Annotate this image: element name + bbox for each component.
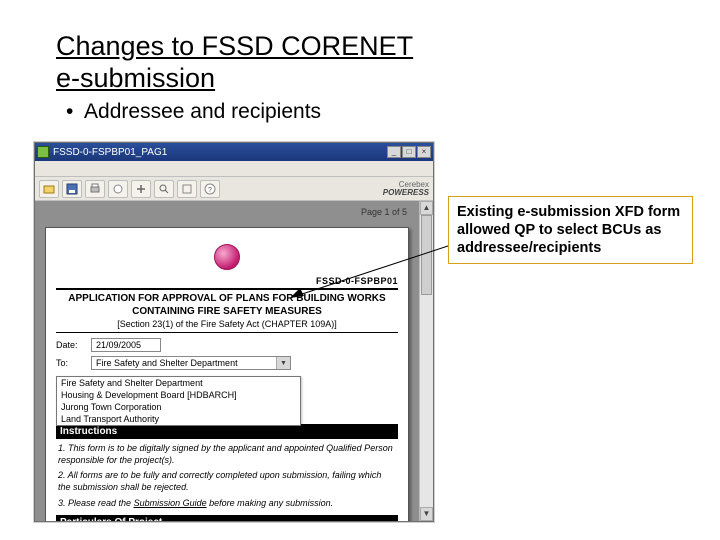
date-field-row: Date: 21/09/2005 bbox=[56, 336, 398, 354]
scroll-thumb[interactable] bbox=[421, 215, 432, 295]
particulars-header: Particulars Of Project bbox=[56, 515, 398, 521]
bullet-item: • Addressee and recipients bbox=[66, 100, 321, 124]
window-titlebar: FSSD-0-FSPBP01_PAG1 _ □ × bbox=[35, 143, 433, 161]
bullet-text: Addressee and recipients bbox=[84, 100, 321, 123]
scroll-up-button[interactable]: ▲ bbox=[420, 201, 433, 215]
agency-logo-icon bbox=[214, 244, 240, 270]
dropdown-option[interactable]: Jurong Town Corporation bbox=[57, 401, 300, 413]
form-viewer-window: FSSD-0-FSPBP01_PAG1 _ □ × ? Cerebex POWE… bbox=[34, 142, 434, 522]
menubar[interactable] bbox=[35, 161, 433, 177]
scroll-down-button[interactable]: ▼ bbox=[420, 507, 433, 521]
callout-box: Existing e-submission XFD form allowed Q… bbox=[448, 196, 693, 264]
chevron-down-icon[interactable]: ▼ bbox=[276, 357, 290, 369]
callout-text: Existing e-submission XFD form allowed Q… bbox=[457, 204, 680, 256]
addressee-dropdown-list[interactable]: Fire Safety and Shelter Department Housi… bbox=[56, 376, 301, 426]
brand-label: Cerebex POWERESS bbox=[383, 181, 429, 197]
toolbar-help-button[interactable]: ? bbox=[200, 180, 220, 198]
divider bbox=[56, 332, 398, 333]
toolbar-button-4[interactable] bbox=[108, 180, 128, 198]
window-title: FSSD-0-FSPBP01_PAG1 bbox=[53, 147, 167, 158]
dropdown-option[interactable]: Fire Safety and Shelter Department bbox=[57, 377, 300, 389]
toolbar-search-button[interactable] bbox=[154, 180, 174, 198]
date-input[interactable]: 21/09/2005 bbox=[91, 338, 161, 352]
app-icon bbox=[37, 146, 49, 158]
form-title: APPLICATION FOR APPROVAL OF PLANS FOR BU… bbox=[56, 290, 398, 318]
addressee-selected-value: Fire Safety and Shelter Department bbox=[96, 358, 238, 368]
scroll-track[interactable] bbox=[420, 215, 433, 507]
toolbar: ? Cerebex POWERESS bbox=[35, 177, 433, 201]
page-counter: Page 1 of 5 bbox=[361, 207, 407, 217]
to-field-row: To: Fire Safety and Shelter Department ▼ bbox=[56, 354, 398, 372]
date-label: Date: bbox=[56, 340, 86, 350]
toolbar-open-button[interactable] bbox=[39, 180, 59, 198]
maximize-button[interactable]: □ bbox=[402, 146, 416, 158]
close-button[interactable]: × bbox=[417, 146, 431, 158]
instruction-2: 2. All forms are to be fully and correct… bbox=[56, 466, 398, 493]
form-page: FSSD-0-FSPBP01 APPLICATION FOR APPROVAL … bbox=[45, 227, 409, 521]
dropdown-option[interactable]: Land Transport Authority bbox=[57, 413, 300, 425]
vertical-scrollbar[interactable]: ▲ ▼ bbox=[419, 201, 433, 521]
instruction-1: 1. This form is to be digitally signed b… bbox=[56, 439, 398, 466]
to-label: To: bbox=[56, 358, 86, 368]
toolbar-save-button[interactable] bbox=[62, 180, 82, 198]
minimize-button[interactable]: _ bbox=[387, 146, 401, 158]
slide-title: Changes to FSSD CORENET e-submission bbox=[56, 30, 413, 95]
addressee-select[interactable]: Fire Safety and Shelter Department ▼ bbox=[91, 356, 291, 370]
instruction-3: 3. Please read the Submission Guide befo… bbox=[56, 494, 398, 509]
svg-text:?: ? bbox=[208, 187, 212, 194]
form-code: FSSD-0-FSPBP01 bbox=[56, 274, 398, 290]
toolbar-button-7[interactable] bbox=[177, 180, 197, 198]
instructions-header: Instructions bbox=[56, 424, 398, 439]
toolbar-print-button[interactable] bbox=[85, 180, 105, 198]
submission-guide-link[interactable]: Submission Guide bbox=[134, 498, 207, 508]
document-area: Page 1 of 5 FSSD-0-FSPBP01 APPLICATION F… bbox=[35, 201, 419, 521]
dropdown-option[interactable]: Housing & Development Board [HDBARCH] bbox=[57, 389, 300, 401]
toolbar-button-5[interactable] bbox=[131, 180, 151, 198]
form-subtitle: [Section 23(1) of the Fire Safety Act (C… bbox=[56, 318, 398, 332]
bullet-dot-icon: • bbox=[66, 100, 73, 124]
